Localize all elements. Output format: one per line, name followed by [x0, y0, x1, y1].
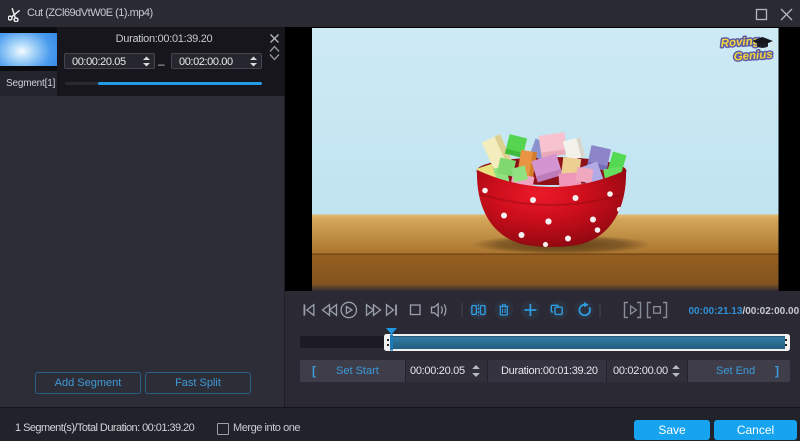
svg-text:00:00:21.13/00:02:00.00: 00:00:21.13/00:02:00.00 — [689, 306, 800, 317]
